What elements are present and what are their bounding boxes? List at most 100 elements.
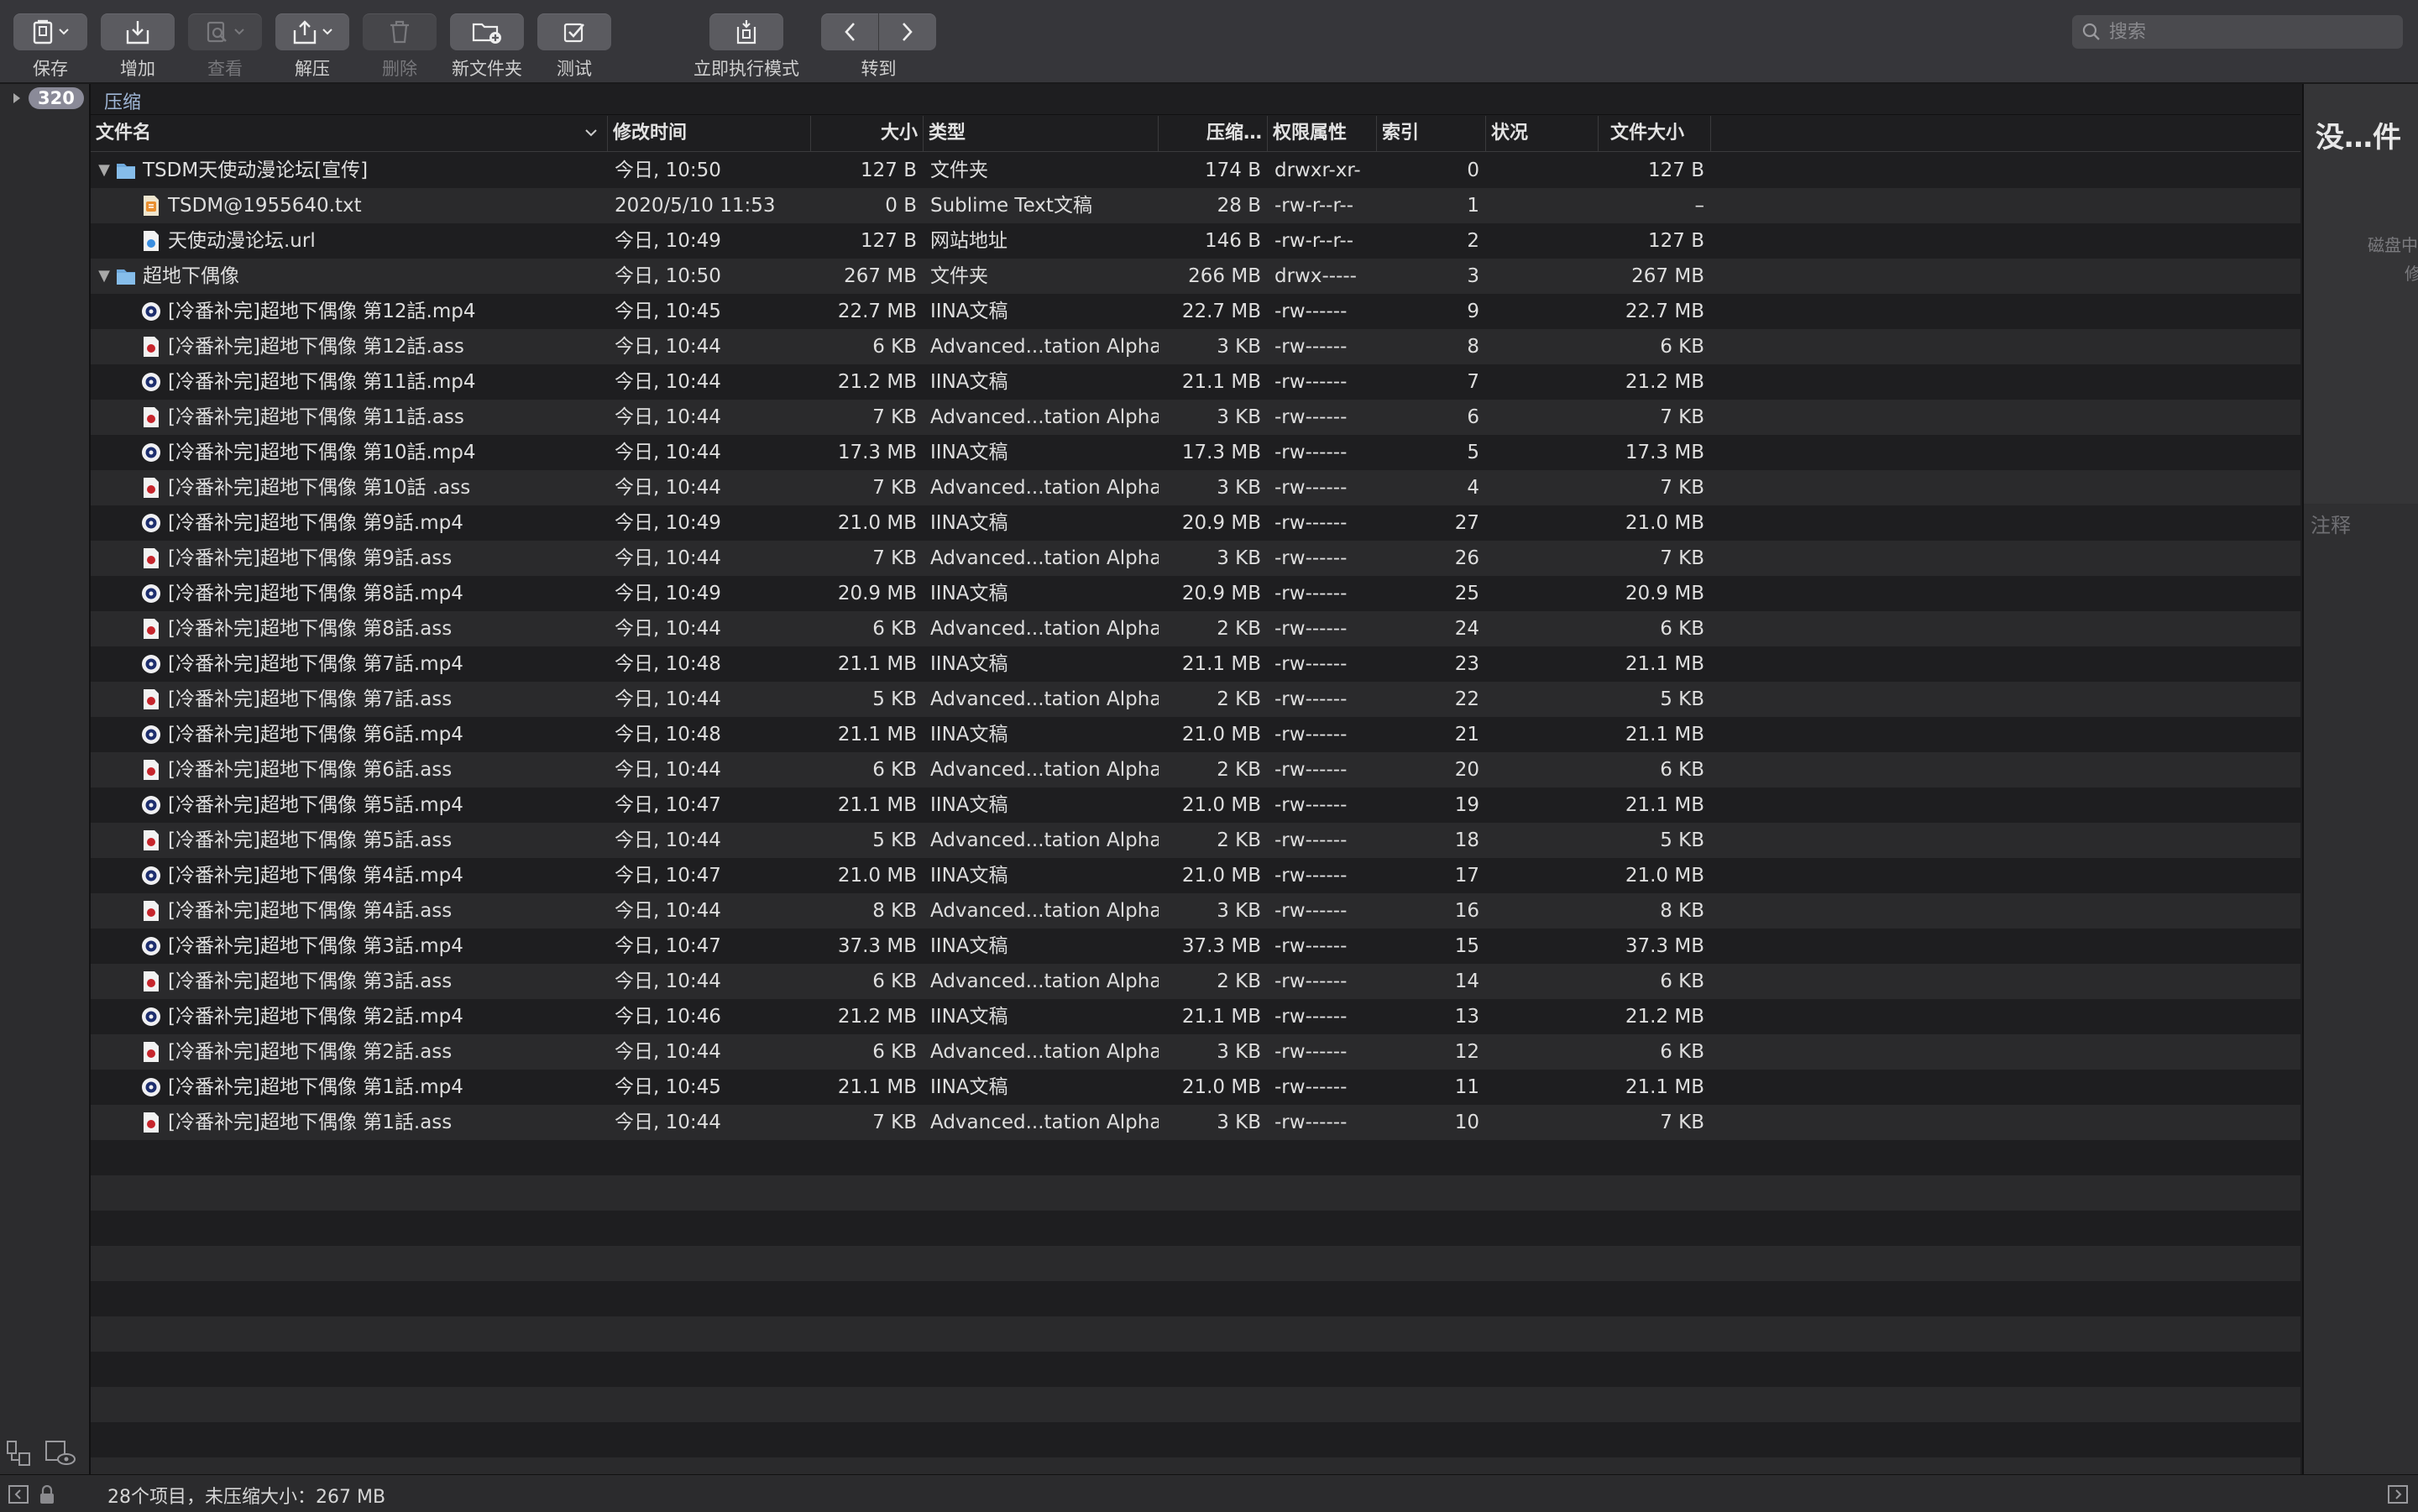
cell-name: [冷番补完]超地下偶像 第1話.ass: [91, 1105, 608, 1140]
table-row[interactable]: [冷番补完]超地下偶像 第8話.mp4 今日, 10:49 20.9 MB IINA文…: [91, 576, 2300, 611]
column-header-kind[interactable]: 类型: [924, 116, 1159, 151]
table-row[interactable]: [冷番补完]超地下偶像 第1話.ass 今日, 10:44 7 KB Advanced…: [91, 1105, 2300, 1140]
table-row[interactable]: [冷番补完]超地下偶像 第6話.ass 今日, 10:44 6 KB Advanced…: [91, 752, 2300, 787]
empty-row: [91, 1352, 2300, 1387]
column-header-modified[interactable]: 修改时间: [608, 116, 811, 151]
cell-fsize: 6 KB: [1660, 336, 1704, 358]
cell-kind: Advanced...tation Alpha: [930, 547, 1159, 569]
column-header-file-size[interactable]: 文件大小: [1599, 116, 1711, 151]
cell-fsize: 8 KB: [1660, 900, 1704, 922]
file-name: [冷番补完]超地下偶像 第11話.ass: [168, 406, 464, 428]
test-tool[interactable]: 测试: [537, 13, 611, 81]
sidebar-archive-item[interactable]: 320: [12, 87, 84, 109]
execute-mode-tool[interactable]: 立即执行模式: [693, 13, 799, 81]
table-row[interactable]: [冷番补完]超地下偶像 第7話.mp4 今日, 10:48 21.1 MB IINA文…: [91, 646, 2300, 682]
forward-button[interactable]: [879, 13, 936, 50]
table-row[interactable]: [冷番补完]超地下偶像 第2話.ass 今日, 10:44 6 KB Advanced…: [91, 1034, 2300, 1070]
table-row[interactable]: ▼ TSDM天使动漫论坛[宣传] 今日, 10:50 127 B 文件夹 174 B drw…: [91, 153, 2300, 188]
cell-index: 5: [1467, 442, 1479, 463]
new-folder-tool[interactable]: 新文件夹: [450, 13, 524, 81]
view-tool[interactable]: 查看: [188, 13, 262, 81]
column-header-name[interactable]: 文件名: [91, 116, 608, 151]
extract-tool[interactable]: 解压: [275, 13, 349, 81]
search-input[interactable]: [2107, 20, 2388, 44]
table-row[interactable]: ▼ 超地下偶像 今日, 10:50 267 MB 文件夹 266 MB drwx----- 3…: [91, 259, 2300, 294]
archive-tree-icon[interactable]: [5, 1439, 34, 1468]
search-field[interactable]: [2072, 15, 2403, 49]
add-tool[interactable]: 增加: [101, 13, 175, 81]
breadcrumb-archive[interactable]: 压缩: [104, 87, 141, 114]
table-row[interactable]: [冷番补完]超地下偶像 第3話.mp4 今日, 10:47 37.3 MB IINA文…: [91, 929, 2300, 964]
table-row[interactable]: [冷番补完]超地下偶像 第11話.mp4 今日, 10:44 21.2 MB IINA…: [91, 364, 2300, 400]
column-header-size[interactable]: 大小: [811, 116, 924, 151]
cell-name: [冷番补完]超地下偶像 第11話.mp4: [91, 364, 608, 400]
toggle-inspector-icon[interactable]: [2388, 1485, 2408, 1504]
execute-mode-button[interactable]: [709, 13, 783, 50]
table-row[interactable]: [冷番补完]超地下偶像 第2話.mp4 今日, 10:46 21.2 MB IINA文…: [91, 999, 2300, 1034]
file-name: [冷番补完]超地下偶像 第12話.ass: [168, 336, 464, 358]
cell-index: 22: [1454, 688, 1479, 710]
disclosure-triangle-icon[interactable]: ▼: [92, 153, 116, 188]
delete-button[interactable]: [363, 13, 437, 50]
toolbar: 保存 增加 查看 解压 删除 新文件夹 测试 立即执行模式 转到 搜索: [0, 0, 2418, 84]
disclosure-triangle-icon[interactable]: [12, 92, 22, 105]
inspector-notes-label[interactable]: 注释: [2311, 509, 2351, 538]
cell-size: 21.2 MB: [837, 371, 917, 393]
cell-perm: -rw------: [1274, 829, 1348, 851]
table-row[interactable]: [冷番补完]超地下偶像 第5話.mp4 今日, 10:47 21.1 MB IINA文…: [91, 787, 2300, 823]
cell-perm: -rw------: [1274, 371, 1348, 393]
save-tool[interactable]: 保存: [13, 13, 87, 81]
table-row[interactable]: TSDM@1955640.txt 2020/5/10 11:53 0 B Sublim…: [91, 188, 2300, 223]
chevron-down-icon: [234, 29, 244, 35]
table-row[interactable]: [冷番补完]超地下偶像 第9話.mp4 今日, 10:49 21.0 MB IINA文…: [91, 505, 2300, 541]
table-row[interactable]: [冷番补完]超地下偶像 第6話.mp4 今日, 10:48 21.1 MB IINA文…: [91, 717, 2300, 752]
cell-status: [1486, 682, 1599, 717]
file-name: 天使动漫论坛.url: [168, 230, 316, 252]
table-row[interactable]: [冷番补完]超地下偶像 第11話.ass 今日, 10:44 7 KB Advance…: [91, 400, 2300, 435]
table-row[interactable]: [冷番补完]超地下偶像 第12話.ass 今日, 10:44 6 KB Advance…: [91, 329, 2300, 364]
cell-perm: -rw------: [1274, 653, 1348, 675]
table-row[interactable]: [冷番补完]超地下偶像 第7話.ass 今日, 10:44 5 KB Advanced…: [91, 682, 2300, 717]
save-button[interactable]: [13, 13, 87, 50]
cell-modified: 今日, 10:44: [615, 547, 721, 569]
add-button[interactable]: [101, 13, 175, 50]
back-button[interactable]: [821, 13, 879, 50]
disclosure-triangle-icon[interactable]: ▼: [92, 259, 116, 294]
table-row[interactable]: [冷番补完]超地下偶像 第10話 .ass 今日, 10:44 7 KB Advanc…: [91, 470, 2300, 505]
cell-kind: IINA文稿: [930, 583, 1008, 604]
table-row[interactable]: [冷番补完]超地下偶像 第8話.ass 今日, 10:44 6 KB Advanced…: [91, 611, 2300, 646]
lock-icon[interactable]: [39, 1485, 55, 1505]
table-row[interactable]: [冷番补完]超地下偶像 第9話.ass 今日, 10:44 7 KB Advanced…: [91, 541, 2300, 576]
cell-perm: -rw-r--r--: [1274, 195, 1354, 217]
column-header-compressed[interactable]: 压缩…: [1159, 116, 1268, 151]
cell-status: [1486, 787, 1599, 823]
view-button[interactable]: [188, 13, 262, 50]
table-row[interactable]: [冷番补完]超地下偶像 第10話.mp4 今日, 10:44 17.3 MB IINA…: [91, 435, 2300, 470]
cell-size: 7 KB: [872, 406, 917, 428]
delete-tool[interactable]: 删除: [363, 13, 437, 81]
table-row[interactable]: [冷番补完]超地下偶像 第4話.mp4 今日, 10:47 21.0 MB IINA文…: [91, 858, 2300, 893]
cell-name: [冷番补完]超地下偶像 第3話.ass: [91, 964, 608, 999]
toggle-sidebar-icon[interactable]: [8, 1485, 29, 1504]
table-row[interactable]: [冷番补完]超地下偶像 第12話.mp4 今日, 10:45 22.7 MB IINA…: [91, 294, 2300, 329]
test-button[interactable]: [537, 13, 611, 50]
new-folder-button[interactable]: [450, 13, 524, 50]
archive-preview-icon[interactable]: [44, 1439, 77, 1468]
video-file-icon: [142, 514, 160, 532]
table-row[interactable]: 天使动漫论坛.url 今日, 10:49 127 B 网站地址 146 B -rw-r--…: [91, 223, 2300, 259]
column-header-permissions[interactable]: 权限属性: [1268, 116, 1377, 151]
column-header-index[interactable]: 索引: [1377, 116, 1486, 151]
table-row[interactable]: [冷番补完]超地下偶像 第1話.mp4 今日, 10:45 21.1 MB IINA文…: [91, 1070, 2300, 1105]
file-name: [冷番补完]超地下偶像 第11話.mp4: [168, 371, 476, 393]
table-row[interactable]: [冷番补完]超地下偶像 第4話.ass 今日, 10:44 8 KB Advanced…: [91, 893, 2300, 929]
cell-name: [冷番补完]超地下偶像 第1話.mp4: [91, 1070, 608, 1105]
extract-button[interactable]: [275, 13, 349, 50]
column-header-status[interactable]: 状况: [1486, 116, 1599, 151]
table-row[interactable]: [冷番补完]超地下偶像 第5話.ass 今日, 10:44 5 KB Advanced…: [91, 823, 2300, 858]
cell-status: [1486, 1070, 1599, 1105]
cell-size: 20.9 MB: [837, 583, 917, 604]
cell-modified: 2020/5/10 11:53: [615, 195, 776, 217]
cell-modified: 今日, 10:44: [615, 1112, 721, 1133]
table-row[interactable]: [冷番补完]超地下偶像 第3話.ass 今日, 10:44 6 KB Advanced…: [91, 964, 2300, 999]
cell-modified: 今日, 10:45: [615, 1076, 721, 1098]
